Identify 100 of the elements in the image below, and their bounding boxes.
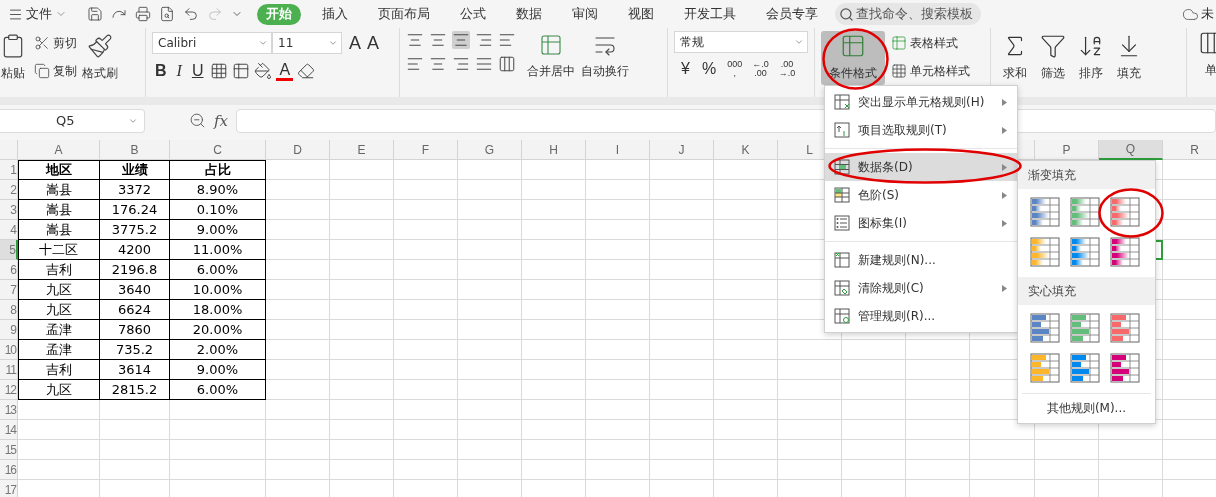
font-name-select[interactable]: Calibri	[152, 32, 272, 54]
empty-cell[interactable]	[906, 440, 970, 460]
empty-cell[interactable]	[778, 380, 842, 400]
data-bar-style-button[interactable]	[1070, 237, 1100, 267]
empty-cell[interactable]	[1099, 460, 1163, 480]
table-cell[interactable]: 3775.2	[100, 220, 170, 240]
more-rules-item[interactable]: 其他规则(M)...	[1022, 393, 1151, 423]
empty-cell[interactable]	[522, 300, 586, 320]
empty-cell[interactable]	[394, 340, 458, 360]
empty-cell[interactable]	[394, 400, 458, 420]
table-cell[interactable]: 10.00%	[170, 280, 266, 300]
table-cell[interactable]: 8.90%	[170, 180, 266, 200]
empty-cell[interactable]	[650, 160, 714, 180]
empty-cell[interactable]	[330, 280, 394, 300]
currency-button[interactable]: ¥	[678, 57, 693, 81]
table-cell[interactable]: 176.24	[100, 200, 170, 220]
empty-cell[interactable]	[330, 240, 394, 260]
empty-cell[interactable]	[522, 420, 586, 440]
menu-item[interactable]: 管理规则(R)...	[825, 302, 1017, 330]
column-header[interactable]: C	[170, 140, 266, 160]
grow-font-button[interactable]: A	[346, 31, 364, 55]
merge-center-button[interactable]: 合并居中	[524, 31, 578, 83]
percent-button[interactable]: %	[698, 57, 720, 81]
table-cell[interactable]: 6.00%	[170, 380, 266, 400]
row-header[interactable]: 13	[0, 400, 18, 420]
column-header[interactable]: K	[714, 140, 778, 160]
empty-cell[interactable]	[394, 320, 458, 340]
empty-cell[interactable]	[394, 180, 458, 200]
ribbon-tab[interactable]: 公式	[451, 3, 495, 25]
empty-cell[interactable]	[458, 220, 522, 240]
font-color-button[interactable]: A	[276, 61, 294, 81]
empty-cell[interactable]	[266, 360, 330, 380]
empty-cell[interactable]	[394, 300, 458, 320]
menu-item[interactable]: 新建规则(N)...	[825, 246, 1017, 274]
column-header[interactable]: P	[1035, 140, 1099, 160]
table-cell[interactable]: 2815.2	[100, 380, 170, 400]
empty-cell[interactable]	[650, 380, 714, 400]
empty-cell[interactable]	[458, 340, 522, 360]
empty-cell[interactable]	[522, 340, 586, 360]
empty-cell[interactable]	[714, 440, 778, 460]
empty-cell[interactable]	[458, 360, 522, 380]
row-header[interactable]: 14	[0, 420, 18, 440]
column-header[interactable]: I	[586, 140, 650, 160]
empty-cell[interactable]	[100, 460, 170, 480]
data-bar-style-button[interactable]	[1110, 197, 1140, 227]
empty-cell[interactable]	[714, 400, 778, 420]
data-bar-style-button[interactable]	[1030, 197, 1060, 227]
empty-cell[interactable]	[650, 280, 714, 300]
empty-cell[interactable]	[330, 160, 394, 180]
empty-cell[interactable]	[586, 340, 650, 360]
table-cell[interactable]: 6624	[100, 300, 170, 320]
table-cell[interactable]: 嵩县	[18, 200, 100, 220]
table-cell[interactable]: 18.00%	[170, 300, 266, 320]
empty-cell[interactable]	[842, 400, 906, 420]
empty-cell[interactable]	[458, 380, 522, 400]
print-preview-icon[interactable]	[159, 6, 175, 22]
empty-cell[interactable]	[330, 380, 394, 400]
table-cell[interactable]: 3640	[100, 280, 170, 300]
empty-cell[interactable]	[330, 420, 394, 440]
empty-cell[interactable]	[650, 300, 714, 320]
empty-cell[interactable]	[714, 220, 778, 240]
cell-format-icon[interactable]	[232, 62, 251, 80]
row-header[interactable]: 2	[0, 180, 18, 200]
table-cell[interactable]: 2.00%	[170, 340, 266, 360]
empty-cell[interactable]	[650, 440, 714, 460]
empty-cell[interactable]	[778, 420, 842, 440]
row-header[interactable]: 17	[0, 480, 18, 497]
align-bottom-icon[interactable]	[452, 31, 470, 49]
shrink-font-button[interactable]: A	[364, 31, 383, 55]
empty-cell[interactable]	[650, 420, 714, 440]
empty-cell[interactable]	[522, 440, 586, 460]
empty-cell[interactable]	[906, 340, 970, 360]
empty-cell[interactable]	[330, 400, 394, 420]
empty-cell[interactable]	[100, 420, 170, 440]
outdent-icon[interactable]	[475, 31, 493, 49]
empty-cell[interactable]	[970, 460, 1035, 480]
empty-cell[interactable]	[906, 420, 970, 440]
empty-cell[interactable]	[522, 200, 586, 220]
empty-cell[interactable]	[650, 260, 714, 280]
empty-cell[interactable]	[714, 360, 778, 380]
empty-cell[interactable]	[458, 440, 522, 460]
empty-cell[interactable]	[458, 260, 522, 280]
empty-cell[interactable]	[458, 200, 522, 220]
empty-cell[interactable]	[586, 240, 650, 260]
empty-cell[interactable]	[266, 200, 330, 220]
empty-cell[interactable]	[394, 200, 458, 220]
empty-cell[interactable]	[586, 200, 650, 220]
empty-cell[interactable]	[458, 460, 522, 480]
empty-cell[interactable]	[650, 200, 714, 220]
table-cell[interactable]: 吉利	[18, 360, 100, 380]
empty-cell[interactable]	[1099, 440, 1163, 460]
copy-button[interactable]: 复制	[32, 59, 79, 83]
empty-cell[interactable]	[330, 200, 394, 220]
empty-cell[interactable]	[522, 260, 586, 280]
empty-cell[interactable]	[266, 320, 330, 340]
empty-cell[interactable]	[650, 360, 714, 380]
empty-cell[interactable]	[586, 260, 650, 280]
cut-button[interactable]: 剪切	[32, 31, 79, 55]
ribbon-tab[interactable]: 数据	[507, 3, 551, 25]
name-box[interactable]: Q5	[0, 108, 145, 133]
